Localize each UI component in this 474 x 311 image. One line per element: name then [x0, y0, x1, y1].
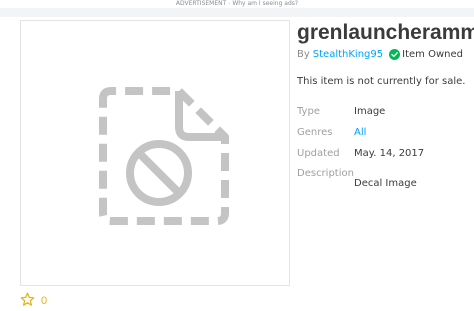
genres-row: Genres All [297, 127, 474, 148]
genres-label: Genres [297, 127, 333, 138]
ad-separator: - [228, 0, 231, 7]
sale-status: This item is not currently for sale. [297, 76, 466, 87]
star-icon[interactable] [20, 292, 35, 311]
ad-label: ADVERTISEMENT [175, 0, 227, 7]
description-label: Description [297, 168, 354, 179]
creator-link[interactable]: StealthKing95 [313, 49, 383, 60]
favorite-count: 0 [41, 295, 48, 307]
updated-row: Updated May. 14, 2017 [297, 148, 474, 169]
genre-link[interactable]: All [354, 127, 366, 138]
advertisement-banner: ADVERTISEMENT - Why am I seeing ads? [0, 0, 474, 8]
ad-strip [0, 8, 474, 17]
item-info-table: Type Image Genres All Updated May. 14, 2… [297, 106, 474, 189]
favorite-control[interactable]: 0 [20, 292, 48, 311]
creator-byline: By StealthKing95 Item Owned [297, 47, 474, 61]
item-owned-label: Item Owned [402, 48, 463, 60]
item-thumbnail [20, 20, 290, 286]
item-title: grenlauncherammo [297, 21, 474, 44]
unavailable-image-icon [99, 87, 229, 229]
item-details: grenlauncherammo By StealthKing95 Item O… [297, 20, 474, 189]
check-circle-icon [389, 48, 401, 60]
type-value: Image [354, 106, 386, 117]
description-text: Decal Image [354, 178, 417, 189]
type-label: Type [297, 106, 320, 117]
ad-why-link[interactable]: Why am I seeing ads? [232, 0, 298, 7]
description-row: Description Decal Image [297, 168, 474, 189]
type-row: Type Image [297, 106, 474, 127]
by-label: By [297, 48, 310, 60]
updated-label: Updated [297, 148, 340, 159]
updated-value: May. 14, 2017 [354, 148, 425, 159]
